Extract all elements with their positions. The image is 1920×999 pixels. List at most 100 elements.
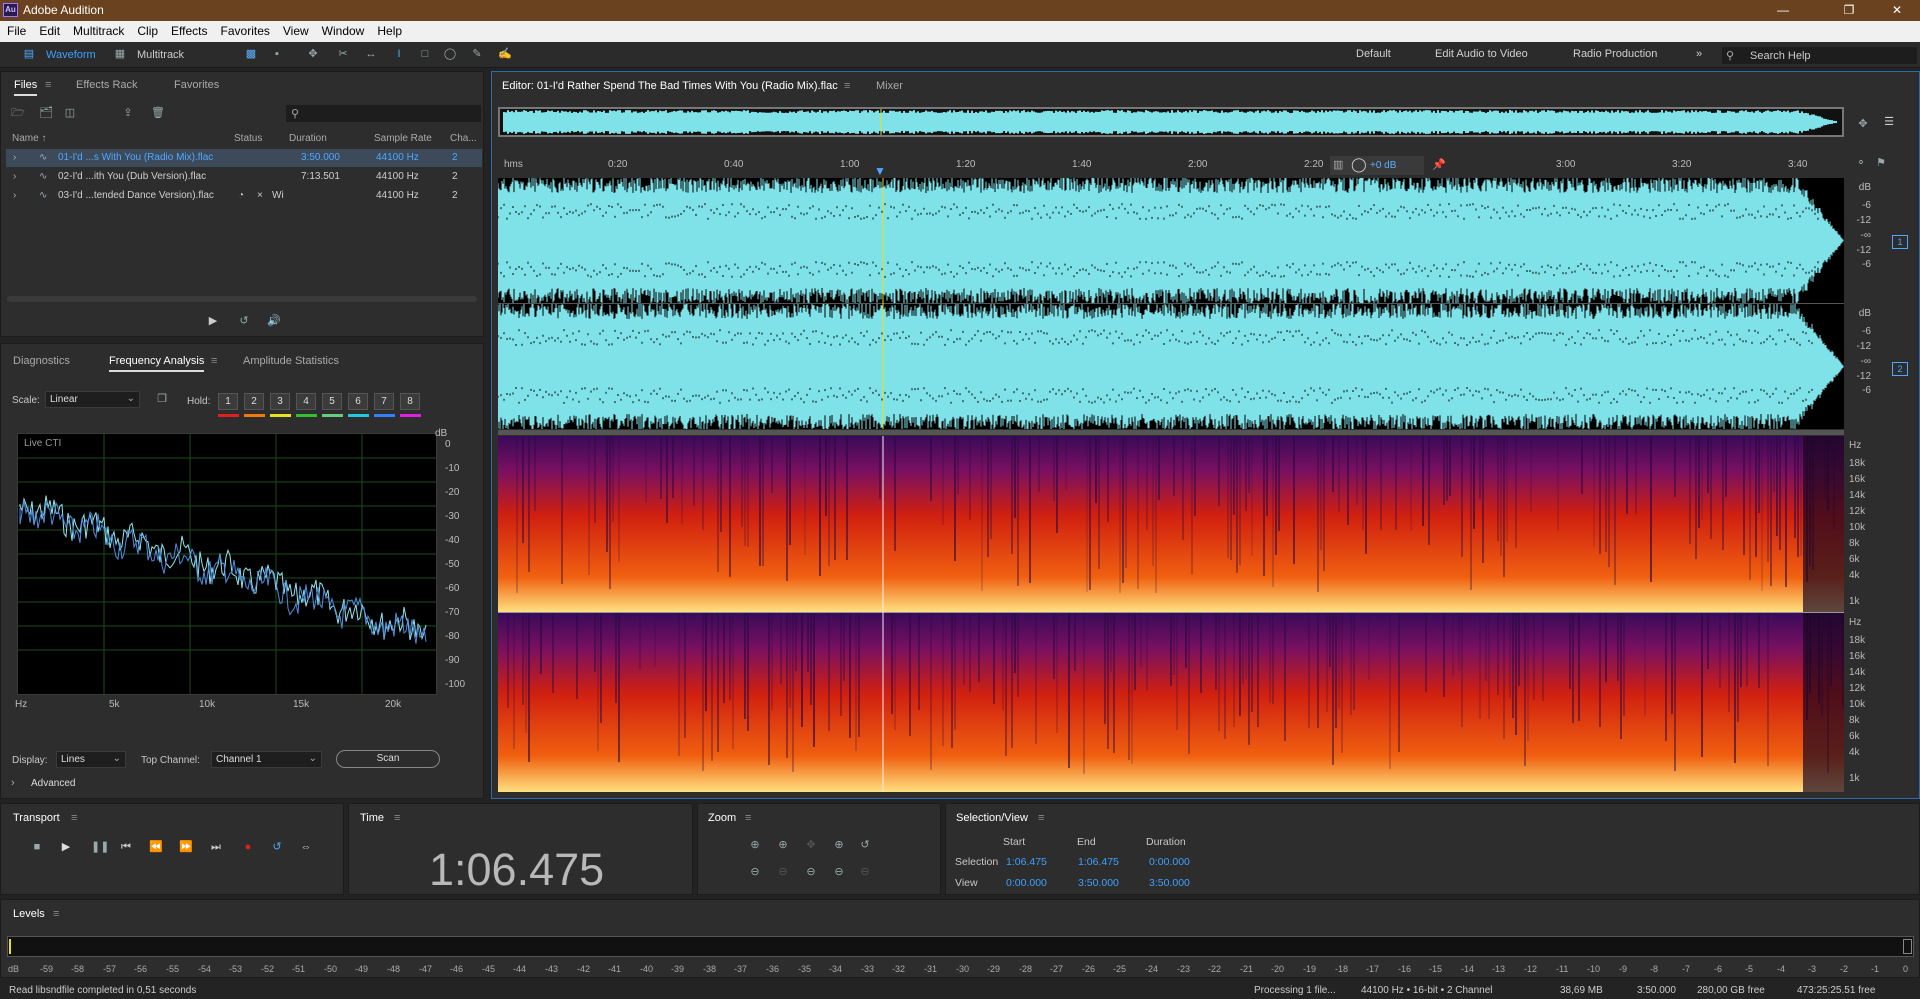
hold-6-button[interactable]: 6	[348, 393, 368, 410]
playhead-marker-icon[interactable]: ▼	[874, 164, 886, 178]
brush-tool-icon[interactable]: ✎	[470, 48, 484, 60]
tab-frequency-analysis[interactable]: Frequency Analysis	[109, 355, 205, 372]
menu-clip[interactable]: Clip	[130, 21, 164, 38]
overview-navigator[interactable]	[498, 107, 1844, 137]
zoom-selection-icon[interactable]: ⊖	[832, 866, 846, 878]
menu-help[interactable]: Help	[370, 21, 408, 38]
tab-amplitude-statistics[interactable]: Amplitude Statistics	[243, 355, 339, 367]
spot-healing-icon[interactable]: ✍	[498, 48, 512, 60]
workspace-edit-audio-to-video[interactable]: Edit Audio to Video	[1435, 48, 1528, 60]
tab-files[interactable]: Files	[14, 79, 38, 96]
hold-4-button[interactable]: 4	[296, 393, 316, 410]
file-row[interactable]: › ∿ 02-I'd ...ith You (Dub Version).flac …	[6, 168, 482, 186]
tab-editor[interactable]: Editor: 01-I'd Rather Spend The Bad Time…	[502, 80, 838, 92]
menu-favorites[interactable]: Favorites	[214, 21, 276, 38]
hold-3-button[interactable]: 3	[270, 393, 290, 410]
close-icon[interactable]: ✕	[1874, 0, 1920, 21]
zoom-out-amplitude-icon[interactable]: ⊖	[748, 866, 762, 878]
hold-1-button[interactable]: 1	[218, 393, 238, 410]
files-search-input[interactable]: ⚲	[286, 105, 481, 122]
selection-duration[interactable]: 0:00.000	[1149, 856, 1190, 868]
menu-effects[interactable]: Effects	[164, 21, 213, 38]
minimize-icon[interactable]: —	[1760, 0, 1806, 21]
expand-advanced-icon[interactable]: ›	[11, 777, 15, 789]
top-channel-dropdown[interactable]: Channel 1 ⌄	[211, 751, 322, 768]
slip-tool-icon[interactable]: ↔	[364, 48, 378, 60]
menu-window[interactable]: Window	[315, 21, 371, 38]
loop-icon[interactable]: ↺	[270, 841, 284, 853]
panel-menu-icon[interactable]: ≡	[71, 812, 77, 824]
panel-menu-icon[interactable]: ≡	[745, 812, 751, 824]
fast-forward-icon[interactable]: ⏩	[179, 841, 193, 853]
delete-icon[interactable]: 🗑	[151, 107, 165, 119]
open-file-icon[interactable]: 🗁	[11, 107, 25, 119]
menu-view[interactable]: View	[276, 21, 315, 38]
search-help-box[interactable]: ⚲ Search Help	[1722, 47, 1917, 64]
zoom-out-time-icon[interactable]: ⊖	[804, 866, 818, 878]
menu-multitrack[interactable]: Multitrack	[66, 21, 130, 38]
lasso-tool-icon[interactable]: ◯	[443, 48, 457, 60]
freeze-graph-icon[interactable]: ❐	[155, 393, 169, 405]
col-name[interactable]: Name ↑	[12, 133, 46, 144]
rewind-icon[interactable]: ⏪	[149, 841, 163, 853]
insert-into-multitrack-icon[interactable]: ⇪	[121, 107, 135, 119]
panel-menu-icon[interactable]: ≡	[1038, 812, 1044, 824]
tab-effects-rack[interactable]: Effects Rack	[76, 79, 138, 91]
panel-menu-icon[interactable]: ≡	[394, 812, 400, 824]
spectral-toggle-icon[interactable]: ☰	[1882, 116, 1896, 128]
import-file-icon[interactable]: 🗂	[39, 107, 53, 119]
zoom-reset-icon[interactable]: ✥	[1856, 118, 1870, 130]
play-icon[interactable]: ▶	[59, 841, 73, 853]
waveform-display[interactable]	[498, 178, 1844, 429]
tab-favorites[interactable]: Favorites	[174, 79, 219, 91]
scale-dropdown[interactable]: Linear ⌄	[45, 391, 140, 408]
scan-button[interactable]: Scan	[336, 750, 440, 768]
col-duration[interactable]: Duration	[289, 133, 327, 144]
spectral-divider[interactable]	[498, 430, 1844, 435]
zoom-in-left-icon[interactable]: ⊕	[832, 839, 846, 851]
pause-icon[interactable]: ❚❚	[91, 841, 109, 853]
more-workspaces-icon[interactable]: »	[1696, 48, 1702, 60]
advanced-toggle[interactable]: Advanced	[31, 778, 75, 789]
hold-7-button[interactable]: 7	[374, 393, 394, 410]
selection-start[interactable]: 1:06.475	[1006, 856, 1047, 868]
hold-5-button[interactable]: 5	[322, 393, 342, 410]
col-status[interactable]: Status	[234, 133, 262, 144]
time-selection-tool-icon[interactable]: I	[392, 48, 406, 60]
col-channels[interactable]: Cha...	[450, 133, 477, 144]
workspace-default[interactable]: Default	[1356, 48, 1391, 60]
marker-icon[interactable]: ⚑	[1874, 157, 1888, 169]
restore-icon[interactable]: ❐	[1826, 0, 1872, 21]
next-icon[interactable]: ⏭	[209, 841, 223, 853]
cancel-load-icon[interactable]: ×	[257, 190, 263, 201]
view-end[interactable]: 3:50.000	[1078, 877, 1119, 889]
panel-menu-icon[interactable]: ≡	[53, 908, 59, 920]
waveform-button[interactable]: Waveform	[46, 47, 96, 63]
hold-8-button[interactable]: 8	[400, 393, 420, 410]
hud-volume[interactable]: ▥ ◯ +0 dB	[1330, 156, 1424, 175]
menu-file[interactable]: File	[0, 21, 32, 38]
spectral-frequency-icon[interactable]: ▩	[244, 48, 258, 60]
new-file-icon[interactable]: ◫	[63, 107, 77, 119]
stop-icon[interactable]: ■	[30, 841, 44, 853]
snap-icon[interactable]: ⚬	[1854, 157, 1868, 169]
zoom-reset-icon[interactable]: ↺	[858, 839, 872, 851]
play-preview-icon[interactable]: ▶	[206, 315, 220, 327]
previous-icon[interactable]: ⏮	[119, 841, 133, 853]
channel-1-toggle[interactable]: 1	[1892, 235, 1908, 249]
panel-menu-icon[interactable]: ≡	[211, 355, 217, 367]
record-icon[interactable]: ●	[241, 841, 255, 853]
time-ruler[interactable]: hms 0:20 0:40 1:00 1:20 1:40 2:00 2:20 3:00 3:20 3…	[498, 155, 1844, 178]
volume-knob-icon[interactable]: ◯	[1351, 156, 1367, 173]
spectral-display[interactable]	[498, 436, 1844, 792]
zoom-in-amplitude-icon[interactable]: ⊕	[748, 839, 762, 851]
razor-tool-icon[interactable]: ✂	[336, 48, 350, 60]
move-tool-icon[interactable]: ✥	[306, 48, 320, 60]
current-time-display[interactable]: 1:06.475	[429, 844, 604, 896]
view-duration[interactable]: 3:50.000	[1149, 877, 1190, 889]
skip-selection-icon[interactable]: ⇔	[299, 841, 313, 853]
menu-edit[interactable]: Edit	[32, 21, 66, 38]
channel-2-toggle[interactable]: 2	[1892, 362, 1908, 376]
selection-end[interactable]: 1:06.475	[1078, 856, 1119, 868]
panel-menu-icon[interactable]: ≡	[45, 79, 51, 91]
